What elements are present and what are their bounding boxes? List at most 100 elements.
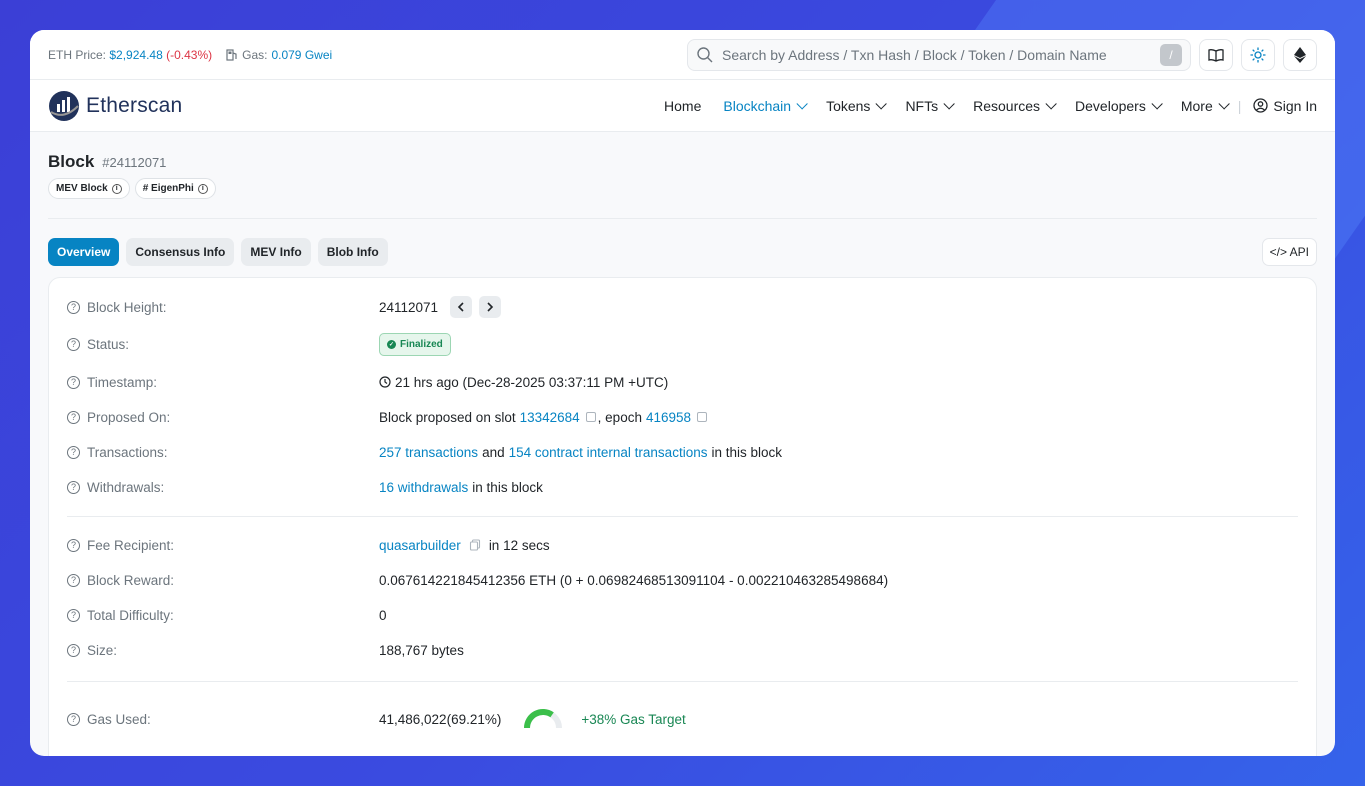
eth-price-label: ETH Price: [48,47,107,62]
copy-icon[interactable] [469,539,481,551]
chevron-down-icon [875,97,888,110]
eigenphi-badge[interactable]: # EigenPhi i [134,178,216,199]
epoch-prefix: , epoch [597,409,642,425]
withdrawals-link[interactable]: 16 withdrawals [379,480,468,495]
field-value: 24112071 [379,296,502,318]
block-reward-value: 0.067614221845412356 ETH (0 + 0.06982468… [379,572,889,588]
chevron-down-icon [1218,97,1230,110]
external-link-icon[interactable] [697,412,708,422]
gas-gauge-fill [524,709,555,729]
next-block-button[interactable] [479,296,502,318]
nav-item-home[interactable]: Home [664,98,701,114]
search-placeholder: Search by Address / Txn Hash / Block / T… [722,46,1107,63]
external-link-icon[interactable] [585,412,596,422]
help-icon[interactable]: ? [67,712,80,726]
row-withdrawals: ? Withdrawals: 16 withdrawals in this blo… [67,470,1298,504]
api-button[interactable]: </> API [1261,238,1317,266]
nav-item-tokens[interactable]: Tokens [826,97,888,114]
gas-label: Gas: [242,47,268,62]
search-input[interactable]: Search by Address / Txn Hash / Block / T… [687,38,1191,71]
user-circle-icon [1253,98,1269,113]
sign-in-link[interactable]: Sign In [1253,98,1317,114]
prev-block-button[interactable] [450,296,473,318]
page-title: Block [48,152,95,171]
transactions-link[interactable]: 257 transactions [379,445,478,460]
network-button[interactable] [1283,38,1317,71]
field-value: 21 hrs ago (Dec-28-2025 03:37:11 PM +UTC… [379,375,668,390]
docs-button[interactable] [1199,38,1233,71]
field-label: ? Total Difficulty: [67,608,379,623]
internal-transactions-link[interactable]: 154 contract internal transactions [509,445,708,460]
check-circle-icon: ✓ [387,339,396,349]
nav-item-resources[interactable]: Resources [973,98,1057,114]
gas-gauge-icon [524,709,563,729]
difficulty-value: 0 [379,607,387,623]
nav-item-nfts[interactable]: NFTs [905,98,955,114]
etherscan-logo[interactable]: Etherscan [48,90,182,122]
field-value: ✓ Finalized [379,332,451,356]
field-label: ? Proposed On: [67,410,379,425]
tab-blob-info[interactable]: Blob Info [317,238,388,266]
eth-price-change: (-0.43%) [166,47,213,62]
tab-mev-info[interactable]: MEV Info [241,238,311,266]
help-icon[interactable]: ? [67,300,80,314]
label-text: Gas Used: [87,711,151,727]
block-number: #24112071 [102,155,167,170]
field-label: ? Size: [67,643,379,658]
nav-item-developers[interactable]: Developers [1075,98,1163,114]
suffix-text: in this block [711,444,783,460]
help-icon[interactable]: ? [67,410,80,424]
tab-consensus-info[interactable]: Consensus Info [126,238,235,266]
label-text: Size: [87,642,118,658]
badge-label: # EigenPhi [142,183,194,194]
field-label: ? Status: [67,337,379,352]
top-bar: ETH Price: $2,924.48 (-0.43%) Gas: 0.079… [30,30,1335,80]
label-text: Transactions: [87,444,168,460]
status-badge: ✓ Finalized [379,332,451,356]
field-label: ? Block Reward: [67,573,379,588]
field-label: ? Block Height: [67,300,379,315]
help-icon[interactable]: ? [67,608,80,622]
gas-value[interactable]: 0.079 Gwei [271,48,332,62]
badges: MEV Block i # EigenPhi i [48,178,1317,199]
mev-block-badge[interactable]: MEV Block i [48,178,130,199]
row-proposed-on: ? Proposed On: Block proposed on slot 133… [67,400,1298,434]
label-text: Status: [87,336,130,352]
field-label: ? Gas Used: [67,712,379,727]
block-height-value: 24112071 [379,299,439,315]
field-label: ? Transactions: [67,445,379,460]
gas-info: Gas: 0.079 Gwei [226,48,332,62]
help-icon[interactable]: ? [67,643,80,657]
logo-text: Etherscan [86,93,183,117]
help-icon[interactable]: ? [67,480,80,494]
field-value: 41,486,022 (69.21%) +38% Gas Target [379,708,686,730]
help-icon[interactable]: ? [67,375,80,389]
search-shortcut: / [1160,43,1182,66]
help-icon[interactable]: ? [67,445,80,459]
field-value: 0 [379,608,387,623]
help-icon[interactable]: ? [67,337,80,351]
eth-price[interactable]: $2,924.48 [109,48,162,62]
page-header: Block #24112071 [48,132,1317,172]
and-text: and [482,444,505,460]
badge-label: MEV Block [56,183,108,194]
help-icon[interactable]: ? [67,573,80,587]
slot-link[interactable]: 13342684 [520,410,580,425]
suffix-text: in this block [472,479,543,495]
nav-item-blockchain[interactable]: Blockchain [723,98,808,114]
nav-label: Tokens [826,97,871,114]
label-text: Proposed On: [87,409,171,425]
row-timestamp: ? Timestamp: 21 hrs ago (Dec-28-2025 03:3… [67,364,1298,400]
fee-recipient-link[interactable]: quasarbuilder [379,538,461,553]
epoch-link[interactable]: 416958 [646,410,691,425]
theme-toggle-button[interactable] [1241,38,1275,71]
tab-overview[interactable]: Overview [48,238,120,266]
row-total-difficulty: ? Total Difficulty: 0 [67,597,1298,633]
label-text: Block Height: [87,299,167,315]
nav-item-more[interactable]: More [1181,97,1230,114]
help-icon[interactable]: ? [67,538,80,552]
gas-target-text: +38% Gas Target [581,711,686,727]
chevron-down-icon [796,97,808,110]
main-nav: Etherscan Home Blockchain Tokens NFTs Re… [30,80,1335,132]
info-icon: i [111,183,122,194]
